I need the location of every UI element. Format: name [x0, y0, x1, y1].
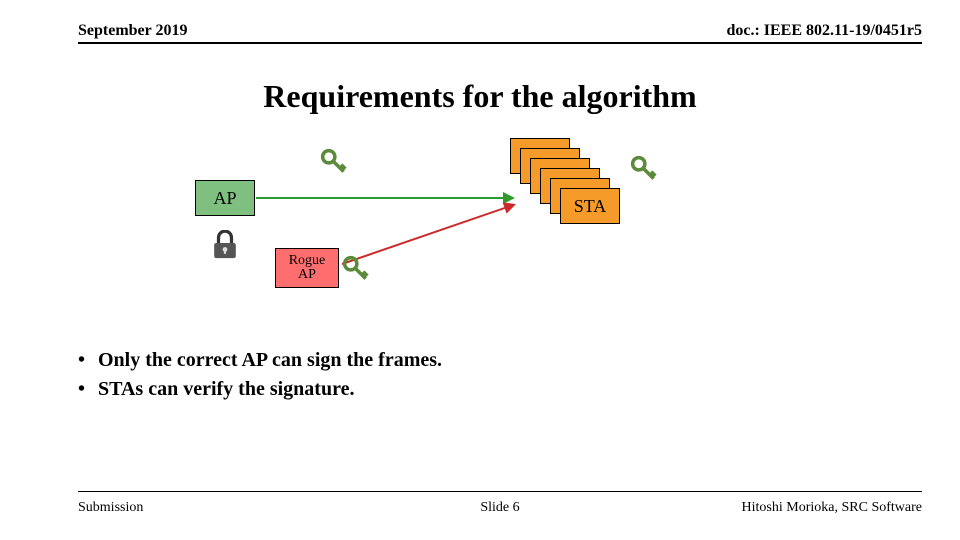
footer-rule: [78, 491, 922, 492]
bullet-item: Only the correct AP can sign the frames.: [78, 346, 442, 375]
footer: Submission Slide 6 Hitoshi Morioka, SRC …: [78, 500, 922, 516]
sta-public-key-icon: [630, 155, 658, 183]
header-rule: [78, 42, 922, 44]
ap-private-key-icon: [320, 148, 348, 176]
bullet-list: Only the correct AP can sign the frames.…: [78, 346, 442, 404]
slide: September 2019 doc.: IEEE 802.11-19/0451…: [0, 0, 960, 540]
footer-slide-number: Slide 6: [480, 500, 519, 516]
footer-left: Submission: [78, 500, 143, 516]
sta-node: STA: [560, 188, 620, 224]
lock-icon: [212, 230, 238, 260]
rogue-ap-node: Rogue AP: [275, 248, 339, 288]
ap-node: AP: [195, 180, 255, 216]
arrow-ap-to-sta: [256, 197, 511, 199]
header-doc: doc.: IEEE 802.11-19/0451r5: [726, 22, 922, 40]
rogue-private-key-icon: [342, 255, 370, 283]
slide-title: Requirements for the algorithm: [0, 78, 960, 115]
sta-stack: STA: [510, 138, 630, 228]
footer-author: Hitoshi Morioka, SRC Software: [742, 500, 922, 516]
header-date: September 2019: [78, 22, 187, 40]
ap-label: AP: [213, 188, 236, 209]
bullet-item: STAs can verify the signature.: [78, 375, 442, 404]
sta-label: STA: [574, 196, 607, 217]
diagram: AP Rogue AP STA: [170, 130, 790, 330]
rogue-ap-label: Rogue AP: [289, 254, 326, 282]
header: September 2019 doc.: IEEE 802.11-19/0451…: [78, 22, 922, 40]
